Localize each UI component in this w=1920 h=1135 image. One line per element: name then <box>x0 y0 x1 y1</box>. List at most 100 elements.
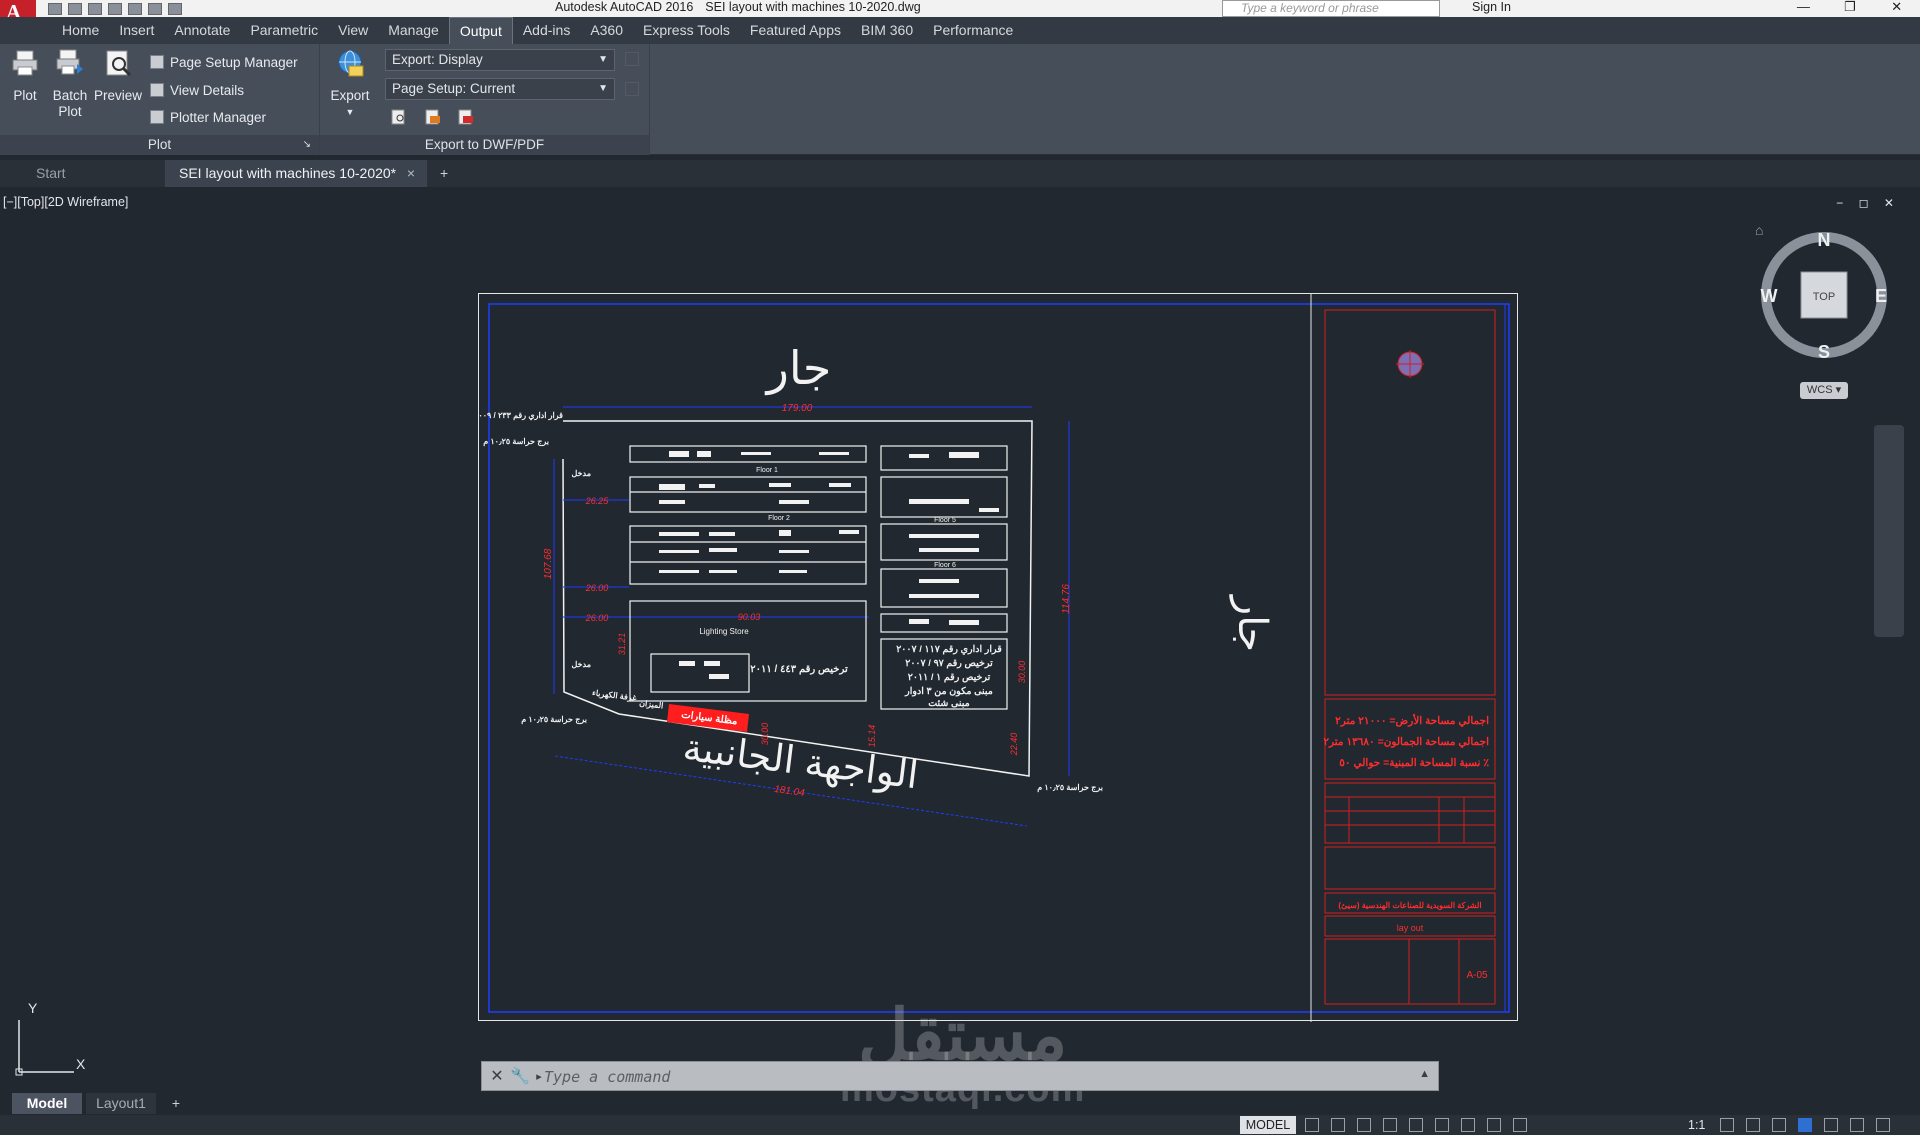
new-icon[interactable] <box>48 2 62 15</box>
dim-h: 15.14 <box>867 725 877 748</box>
area-note-1: اجمالي مساحة الأرض= ٢١٠٠٠ متر٢ <box>1335 713 1489 728</box>
navigation-bar[interactable] <box>1874 425 1904 637</box>
minimize-icon[interactable]: — <box>1780 0 1827 17</box>
globe-export-icon <box>338 50 364 77</box>
close-icon[interactable]: ✕ <box>488 1068 506 1086</box>
export-setting-icon[interactable] <box>625 52 639 66</box>
tab-bim-360[interactable]: BIM 360 <box>851 17 923 44</box>
wrench-icon[interactable]: 🔧 <box>510 1068 530 1086</box>
tab-add-ins[interactable]: Add-ins <box>513 17 580 44</box>
export-button[interactable]: Export ▼ <box>325 48 375 120</box>
page-setup-manager-button[interactable]: Page Setup Manager <box>150 52 298 72</box>
save-as-icon[interactable] <box>108 2 122 15</box>
clean-screen-icon[interactable] <box>1850 1118 1864 1132</box>
workspace-gear-icon[interactable] <box>1720 1118 1734 1132</box>
pdf-export-icon[interactable] <box>457 108 475 126</box>
tab-annotate[interactable]: Annotate <box>164 17 240 44</box>
plot-panel-title[interactable]: Plot ↘ <box>0 135 319 155</box>
model-space-button[interactable]: MODEL <box>1240 1116 1296 1134</box>
customization-menu-icon[interactable] <box>1876 1118 1890 1132</box>
tab-manage[interactable]: Manage <box>378 17 449 44</box>
preview-button[interactable]: Preview <box>92 48 144 104</box>
tab-model[interactable]: Model <box>12 1093 82 1114</box>
command-line[interactable]: ✕ 🔧 ▸ Type a command ▲ <box>481 1061 1439 1091</box>
units-icon[interactable] <box>1772 1118 1786 1132</box>
undo-icon[interactable] <box>148 2 162 15</box>
quick-access-toolbar <box>48 0 182 17</box>
tab-output[interactable]: Output <box>448 17 513 44</box>
grid-icon[interactable] <box>1305 1118 1319 1132</box>
right-dimension: 114.76 <box>1061 584 1072 614</box>
add-layout-button[interactable]: + <box>164 1093 188 1114</box>
tab-a360[interactable]: A360 <box>580 17 633 44</box>
dim-b: 26.00 <box>585 583 609 593</box>
new-tab-button[interactable]: + <box>432 160 462 187</box>
osnap-icon[interactable] <box>1435 1118 1449 1132</box>
polar-icon[interactable] <box>1383 1118 1397 1132</box>
tab-parametric[interactable]: Parametric <box>240 17 328 44</box>
compass-north[interactable]: N <box>1818 230 1831 250</box>
chevron-up-icon[interactable]: ▲ <box>1419 1068 1430 1080</box>
tab-insert[interactable]: Insert <box>109 17 164 44</box>
page-setup-override-icon[interactable] <box>390 108 408 126</box>
dim-e: 31.21 <box>617 633 627 656</box>
compass-west[interactable]: W <box>1761 286 1778 306</box>
title-bar: A Autodesk AutoCAD 2016 SEI layout with m… <box>0 0 1920 30</box>
home-icon[interactable]: ⌂ <box>1755 222 1763 238</box>
redo-icon[interactable] <box>168 2 182 15</box>
tab-layout1[interactable]: Layout1 <box>86 1093 156 1114</box>
close-icon[interactable]: ✕ <box>1873 0 1920 17</box>
hardware-acceleration-icon[interactable] <box>1824 1118 1838 1132</box>
isolate-objects-icon[interactable] <box>1798 1118 1812 1132</box>
drawing-sheet[interactable]: اجمالي مساحة الأرض= ٢١٠٠٠ متر٢ اجمالي مس… <box>478 293 1518 1022</box>
close-tab-icon[interactable]: × <box>407 160 415 187</box>
restore-icon[interactable]: ❐ <box>1827 0 1874 17</box>
selection-cycling-icon[interactable] <box>1461 1118 1475 1132</box>
tab-view[interactable]: View <box>328 17 378 44</box>
sign-in-button[interactable]: Sign In <box>1472 0 1511 15</box>
view-details-button[interactable]: View Details <box>150 80 244 100</box>
viewport-window-controls[interactable]: − ◻ ✕ <box>1836 196 1900 210</box>
drawing-title: lay out <box>1397 923 1424 933</box>
tab-express-tools[interactable]: Express Tools <box>633 17 740 44</box>
tab-performance[interactable]: Performance <box>923 17 1023 44</box>
building-note-1: قرار اداري رقم ١١٧ / ٢٠٠٧ <box>896 644 1002 655</box>
plotter-manager-button[interactable]: Plotter Manager <box>150 107 266 127</box>
tab-home[interactable]: Home <box>52 17 109 44</box>
export-display-combo[interactable]: Export: Display ▼ <box>385 49 615 71</box>
printer-icon <box>12 50 38 76</box>
plot-button[interactable]: Plot <box>8 48 42 104</box>
decree-note: قرار اداري رقم ٢٣٣ / ٢٠٠٩ <box>479 411 563 421</box>
autocad-window: { "app": {"logo_letter": "A", "name": "A… <box>0 0 1920 1135</box>
wcs-menu[interactable]: WCS ▾ <box>1800 382 1848 399</box>
plus-icon[interactable] <box>1746 1118 1760 1132</box>
page-setup-icon-disabled[interactable] <box>625 82 639 96</box>
plot-panel: Plot Batch Plot Preview Page Setup Manag… <box>0 44 320 155</box>
batch-plot-button[interactable]: Batch Plot <box>50 48 90 120</box>
tab-start[interactable]: Start <box>22 160 162 187</box>
search-input[interactable]: Type a keyword or phrase <box>1222 0 1440 17</box>
dwf-export-icon[interactable] <box>424 108 442 126</box>
ortho-icon[interactable] <box>1357 1118 1371 1132</box>
entrance-label-2: مدخل <box>572 660 592 669</box>
tab-featured-apps[interactable]: Featured Apps <box>740 17 851 44</box>
isodraft-icon[interactable] <box>1409 1118 1423 1132</box>
tab-document[interactable]: SEI layout with machines 10-2020* × <box>165 160 427 187</box>
sheet-number: A-05 <box>1466 970 1488 981</box>
command-input[interactable]: Type a command <box>544 1062 670 1092</box>
autoscale-icon[interactable] <box>1513 1118 1527 1132</box>
page-setup-combo[interactable]: Page Setup: Current ▼ <box>385 78 615 100</box>
save-icon[interactable] <box>88 2 102 15</box>
annotation-visibility-icon[interactable] <box>1487 1118 1501 1132</box>
open-icon[interactable] <box>68 2 82 15</box>
annotation-scale[interactable]: 1:1 <box>1688 1116 1705 1134</box>
panel-launcher-icon[interactable]: ↘ <box>303 135 311 155</box>
viewcube[interactable]: TOP N S W E <box>1758 222 1898 362</box>
compass-east[interactable]: E <box>1875 286 1887 306</box>
compass-south[interactable]: S <box>1818 342 1830 362</box>
page-setup-icon <box>150 55 164 69</box>
viewport-controls-label[interactable]: [−][Top][2D Wireframe] <box>3 195 128 209</box>
snap-icon[interactable] <box>1331 1118 1345 1132</box>
plot-icon[interactable] <box>128 2 142 15</box>
viewcube-face[interactable]: TOP <box>1813 291 1835 303</box>
